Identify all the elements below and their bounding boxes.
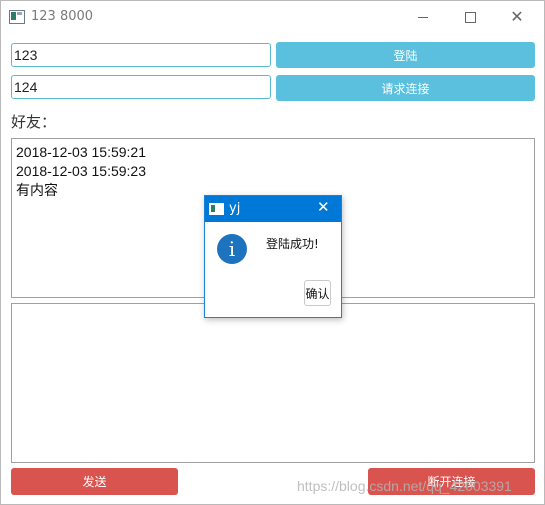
dialog-app-icon <box>209 203 224 215</box>
message-line: 2018-12-03 15:59:23 <box>16 163 146 179</box>
confirm-button[interactable]: 确认 <box>304 280 331 306</box>
message-line: 2018-12-03 15:59:21 <box>16 144 146 160</box>
friends-label: 好友： <box>11 113 57 131</box>
watermark: https://blog.csdn.net/qq_42003391 <box>297 478 512 494</box>
maximize-button[interactable] <box>447 1 493 33</box>
dialog-title: yj <box>229 201 241 216</box>
maximize-icon <box>464 11 476 23</box>
title-bar[interactable]: 123 8000 ✕ <box>1 1 544 33</box>
info-icon: i <box>217 234 247 264</box>
dialog-message: 登陆成功! <box>266 237 319 251</box>
close-button[interactable]: ✕ <box>494 1 540 33</box>
target-input[interactable]: 124 <box>11 75 271 99</box>
app-icon <box>9 10 25 24</box>
dialog-title-bar[interactable]: yj ✕ <box>205 196 341 222</box>
close-icon: ✕ <box>510 7 524 26</box>
login-success-dialog: yj ✕ i 登陆成功! 确认 <box>204 195 342 318</box>
compose-textarea[interactable] <box>11 303 535 463</box>
username-input[interactable]: 123 <box>11 43 271 67</box>
send-button[interactable]: 发送 <box>11 468 178 495</box>
login-button[interactable]: 登陆 <box>276 42 535 68</box>
window-title: 123 8000 <box>31 9 94 24</box>
main-window: 123 8000 ✕ 123 登陆 124 请求连接 好友： 2018-12-0… <box>0 0 545 505</box>
minimize-button[interactable] <box>400 1 446 33</box>
minimize-icon <box>418 16 428 18</box>
dialog-close-icon[interactable]: ✕ <box>317 200 330 215</box>
request-connect-button[interactable]: 请求连接 <box>276 75 535 101</box>
